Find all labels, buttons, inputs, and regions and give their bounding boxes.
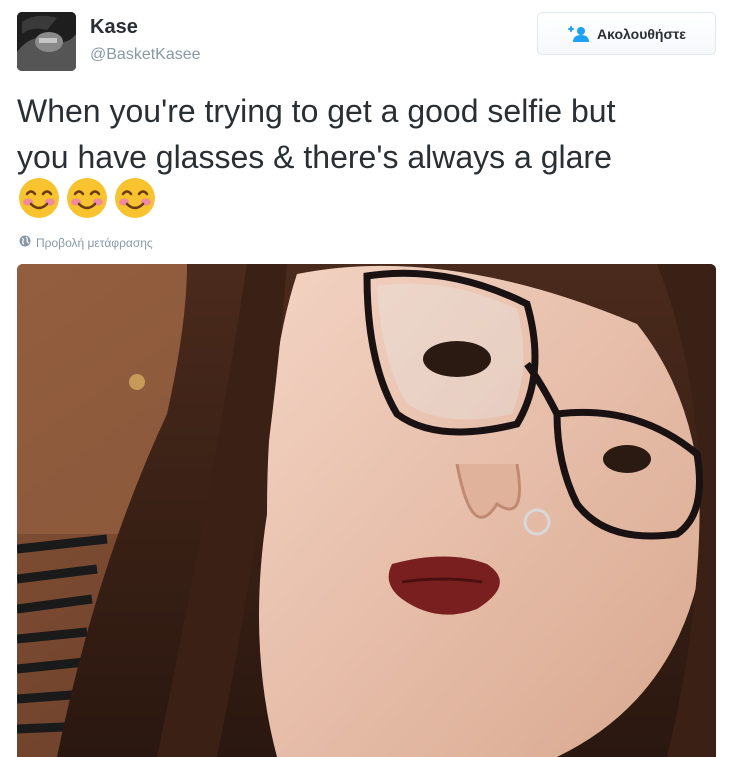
- globe-icon: [19, 234, 31, 252]
- user-name[interactable]: Kase: [90, 16, 138, 39]
- smiling-face-emoji-icon: [17, 176, 61, 220]
- tweet-text: When you're trying to get a good selfie …: [17, 88, 722, 180]
- tweet-text-line: you have glasses & there's always a glar…: [17, 139, 612, 175]
- follow-button[interactable]: Ακολουθήστε: [537, 12, 716, 55]
- translate-label: Προβολή μετάφρασης: [36, 236, 153, 250]
- avatar-image: [17, 12, 76, 71]
- user-handle[interactable]: @BasketKasee: [90, 46, 201, 64]
- follow-button-label: Ακολουθήστε: [597, 25, 686, 42]
- add-user-icon: [567, 25, 590, 42]
- tweet-photo[interactable]: [17, 264, 716, 757]
- selfie-photo: [17, 264, 716, 757]
- smiling-face-emoji-icon: [65, 176, 109, 220]
- translate-link[interactable]: Προβολή μετάφρασης: [19, 234, 153, 252]
- emoji-row: [17, 176, 157, 220]
- tweet-text-line: When you're trying to get a good selfie …: [17, 93, 616, 129]
- smiling-face-emoji-icon: [113, 176, 157, 220]
- avatar[interactable]: [17, 12, 76, 71]
